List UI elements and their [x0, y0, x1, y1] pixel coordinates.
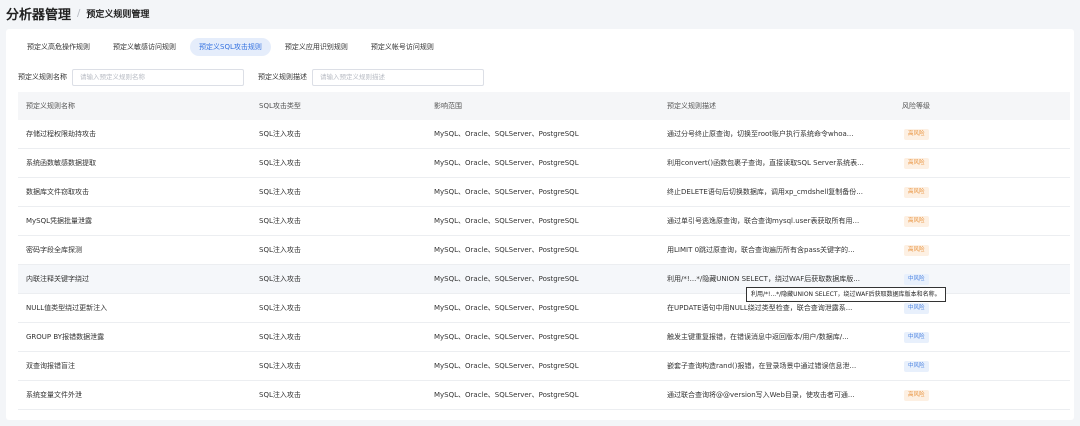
description-cell: 嵌套子查询构造rand()报错，在登录场景中通过错误信息泄...: [667, 362, 857, 370]
rule-name-cell: 系统变量文件外泄: [26, 391, 82, 399]
description-cell: 通过分号终止原查询，切换至root账户执行系统命令whoa...: [667, 130, 854, 138]
attack-type-cell: SQL注入攻击: [259, 246, 301, 254]
scope-cell: MySQL、Oracle、SQLServer、PostgreSQL: [434, 362, 579, 370]
table-body: 存储过程权限劫持攻击 SQL注入攻击 MySQL、Oracle、SQLServer、…: [18, 120, 1070, 410]
attack-type-cell: SQL注入攻击: [259, 304, 301, 312]
table-row[interactable]: MySQL凭据批量泄露 SQL注入攻击 MySQL、Oracle、SQLServer…: [18, 207, 1070, 236]
scope-cell: MySQL、Oracle、SQLServer、PostgreSQL: [434, 246, 579, 254]
risk-badge: 高风险: [904, 215, 929, 227]
rule-name-cell: 内联注释关键字绕过: [26, 275, 89, 283]
risk-badge: 中风险: [904, 302, 929, 314]
table-row[interactable]: 双查询报错盲注 SQL注入攻击 MySQL、Oracle、SQLServer、Pos…: [18, 352, 1070, 381]
tab-high-risk-operation[interactable]: 预定义高危操作规则: [18, 38, 99, 56]
description-cell: 在UPDATE语句中用NULL绕过类型检查，联合查询泄露系...: [667, 304, 853, 312]
rule-name-input[interactable]: [72, 68, 244, 86]
column-header-risk: 风险等级: [902, 102, 930, 110]
attack-type-cell: SQL注入攻击: [259, 391, 301, 399]
description-cell: 利用convert()函数包裹子查询，直接读取SQL Server系统表...: [667, 159, 864, 167]
table-row[interactable]: 系统函数敏感数据提取 SQL注入攻击 MySQL、Oracle、SQLServer、…: [18, 149, 1070, 178]
scope-cell: MySQL、Oracle、SQLServer、PostgreSQL: [434, 304, 579, 312]
scope-cell: MySQL、Oracle、SQLServer、PostgreSQL: [434, 333, 579, 341]
breadcrumb-separator: /: [77, 7, 81, 19]
table-row[interactable]: 密码字段全库探测 SQL注入攻击 MySQL、Oracle、SQLServer、Po…: [18, 236, 1070, 265]
risk-badge: 高风险: [904, 157, 929, 169]
description-cell: 终止DELETE语句后切换数据库，调用xp_cmdshell复制备份...: [667, 188, 863, 196]
risk-cell: 中风险: [894, 360, 1070, 372]
content-card: 预定义高危操作规则 预定义敏感访问规则 预定义SQL攻击规则 预定义应用识别规则…: [6, 29, 1074, 420]
page-header: 分析器管理 / 预定义规则管理: [0, 0, 1080, 26]
risk-badge: 高风险: [904, 128, 929, 140]
column-header-name: 预定义规则名称: [26, 102, 75, 110]
risk-cell: 高风险: [894, 157, 1070, 169]
rule-name-cell: GROUP BY报错数据泄露: [26, 333, 105, 341]
table-header: 预定义规则名称 SQL攻击类型 影响范围 预定义规则描述 风险等级: [18, 92, 1070, 120]
risk-cell: 中风险: [894, 302, 1070, 314]
description-cell: 触发主键重复报错，在错误消息中返回版本/用户/数据库/...: [667, 333, 849, 341]
risk-cell: 高风险: [894, 128, 1070, 140]
tab-account-access[interactable]: 预定义帐号访问规则: [362, 38, 443, 56]
scope-cell: MySQL、Oracle、SQLServer、PostgreSQL: [434, 275, 579, 283]
column-header-scope: 影响范围: [434, 102, 462, 110]
attack-type-cell: SQL注入攻击: [259, 362, 301, 370]
attack-type-cell: SQL注入攻击: [259, 188, 301, 196]
rule-desc-input[interactable]: [312, 68, 484, 86]
scope-cell: MySQL、Oracle、SQLServer、PostgreSQL: [434, 159, 579, 167]
rule-name-cell: 数据库文件窃取攻击: [26, 188, 89, 196]
risk-badge: 中风险: [904, 273, 929, 285]
description-cell: 通过联合查询将@@version写入Web目录，使攻击者可通...: [667, 391, 855, 399]
rule-name-cell: NULL值类型绕过更新注入: [26, 304, 108, 312]
column-header-type: SQL攻击类型: [259, 102, 301, 110]
risk-badge: 中风险: [904, 360, 929, 372]
description-cell: 利用/*!...*/隐藏UNION SELECT，绕过WAF后获取数据库版...: [667, 275, 860, 283]
attack-type-cell: SQL注入攻击: [259, 130, 301, 138]
description-cell: 通过单引号逃逸原查询，联合查询mysql.user表获取所有用...: [667, 217, 860, 225]
tab-app-recognition[interactable]: 预定义应用识别规则: [276, 38, 357, 56]
risk-cell: 中风险: [894, 331, 1070, 343]
tab-sql-attack[interactable]: 预定义SQL攻击规则: [190, 38, 271, 56]
risk-cell: 高风险: [894, 186, 1070, 198]
risk-cell: 中风险: [894, 273, 1070, 285]
table-row[interactable]: 存储过程权限劫持攻击 SQL注入攻击 MySQL、Oracle、SQLServer、…: [18, 120, 1070, 149]
risk-badge: 高风险: [904, 244, 929, 256]
risk-cell: 高风险: [894, 215, 1070, 227]
filter-bar: 预定义规则名称 预定义规则描述: [18, 67, 498, 87]
rules-table: 预定义规则名称 SQL攻击类型 影响范围 预定义规则描述 风险等级 存储过程权限…: [18, 92, 1070, 410]
attack-type-cell: SQL注入攻击: [259, 159, 301, 167]
rule-name-cell: MySQL凭据批量泄露: [26, 217, 93, 225]
rule-name-cell: 系统函数敏感数据提取: [26, 159, 96, 167]
risk-badge: 高风险: [904, 389, 929, 401]
scope-cell: MySQL、Oracle、SQLServer、PostgreSQL: [434, 188, 579, 196]
risk-cell: 高风险: [894, 389, 1070, 401]
description-cell: 用LIMIT 0跳过原查询，联合查询遍历所有含pass关键字的...: [667, 246, 855, 254]
breadcrumb-current: 预定义规则管理: [86, 9, 150, 20]
risk-badge: 高风险: [904, 186, 929, 198]
column-header-desc: 预定义规则描述: [667, 102, 716, 110]
risk-cell: 高风险: [894, 244, 1070, 256]
table-row[interactable]: 系统变量文件外泄 SQL注入攻击 MySQL、Oracle、SQLServer、Po…: [18, 381, 1070, 410]
rule-name-cell: 密码字段全库探测: [26, 246, 82, 254]
table-row[interactable]: 数据库文件窃取攻击 SQL注入攻击 MySQL、Oracle、SQLServer、P…: [18, 178, 1070, 207]
rule-desc-label: 预定义规则描述: [258, 73, 307, 81]
attack-type-cell: SQL注入攻击: [259, 217, 301, 225]
rule-name-label: 预定义规则名称: [18, 73, 67, 81]
risk-badge: 中风险: [904, 331, 929, 343]
scope-cell: MySQL、Oracle、SQLServer、PostgreSQL: [434, 130, 579, 138]
scope-cell: MySQL、Oracle、SQLServer、PostgreSQL: [434, 391, 579, 399]
scope-cell: MySQL、Oracle、SQLServer、PostgreSQL: [434, 217, 579, 225]
rule-name-cell: 双查询报错盲注: [26, 362, 75, 370]
attack-type-cell: SQL注入攻击: [259, 333, 301, 341]
table-row[interactable]: GROUP BY报错数据泄露 SQL注入攻击 MySQL、Oracle、SQLSer…: [18, 323, 1070, 352]
rule-tabs: 预定义高危操作规则 预定义敏感访问规则 预定义SQL攻击规则 预定义应用识别规则…: [18, 37, 448, 57]
breadcrumb-root[interactable]: 分析器管理: [6, 4, 71, 23]
tab-sensitive-access[interactable]: 预定义敏感访问规则: [104, 38, 185, 56]
rule-name-cell: 存储过程权限劫持攻击: [26, 130, 96, 138]
attack-type-cell: SQL注入攻击: [259, 275, 301, 283]
description-tooltip: 利用/*!...*/隐藏UNION SELECT，绕过WAF后获取数据库版本和名…: [746, 287, 946, 302]
